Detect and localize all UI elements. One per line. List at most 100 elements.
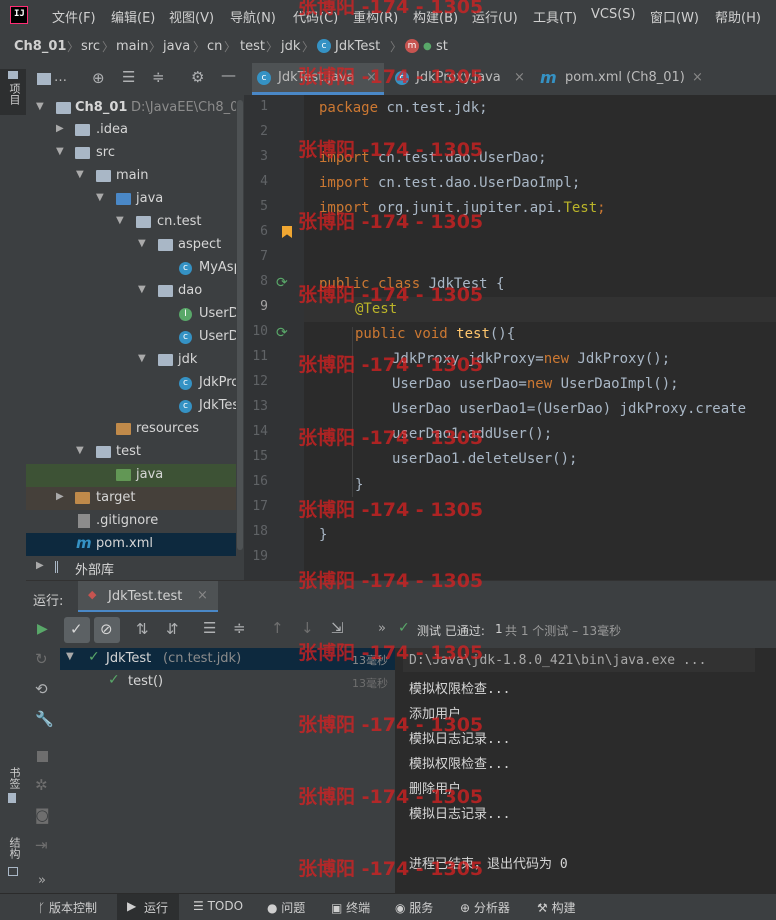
status-profiler[interactable]: ⊕ 分析器 [460, 899, 510, 916]
show-passed-button[interactable]: ✓ [64, 617, 90, 643]
status-terminal[interactable]: ▣ 终端 [331, 899, 370, 916]
chevron-down-icon[interactable]: ▼ [116, 215, 124, 226]
menu-tools[interactable]: 工具(T) [533, 7, 577, 26]
breadcrumb-main[interactable]: main [116, 39, 148, 54]
chevron-right-icon[interactable]: ▶ [56, 491, 64, 502]
chevron-down-icon[interactable]: ▼ [96, 192, 104, 203]
stop-icon[interactable] [37, 751, 48, 762]
sort-duration-icon[interactable]: ⇵ [166, 620, 179, 638]
tree-item-java[interactable]: ▼ java [26, 188, 244, 211]
tree-item-test-java[interactable]: java [26, 464, 244, 487]
tree-item-aspect[interactable]: ▼ aspect [26, 234, 244, 257]
close-icon[interactable]: × [692, 70, 703, 85]
tree-item-target[interactable]: ▶ target [26, 487, 244, 510]
intellij-logo-icon[interactable]: IJ [10, 6, 28, 24]
project-tool-tab[interactable]: 项目 [0, 69, 26, 115]
breadcrumb-project[interactable]: Ch8_01 [14, 39, 66, 54]
minimize-icon[interactable]: — [221, 66, 236, 84]
more-icon[interactable]: » [38, 873, 46, 888]
tree-item-userdao[interactable]: I UserDao [26, 303, 255, 326]
tree-item-myaspect[interactable]: c MyAspect [26, 257, 262, 280]
arrow-up-icon[interactable]: ↑ [271, 619, 284, 637]
tree-item-pom[interactable]: m pom.xml [26, 533, 244, 556]
status-todo[interactable]: ☰ TODO [193, 899, 243, 913]
tree-item-jdkproxy[interactable]: c JdkProxy [26, 372, 254, 395]
bookmarks-tool-tab[interactable]: 书签 [0, 763, 26, 809]
close-icon[interactable]: × [197, 588, 208, 603]
expand-all-icon[interactable]: ☰ [203, 619, 216, 637]
collapse-all-icon[interactable]: ≑ [152, 68, 165, 86]
chevron-down-icon[interactable]: ▼ [138, 284, 146, 295]
tree-item-jdktest[interactable]: c JdkTest [26, 395, 244, 418]
tree-item-main[interactable]: ▼ main [26, 165, 244, 188]
tree-item-idea[interactable]: ▶ .idea [26, 119, 244, 142]
tree-item-gitignore[interactable]: .gitignore [26, 510, 244, 533]
test-row-test[interactable]: ✓ test() 13毫秒 [60, 671, 395, 693]
chevron-down-icon[interactable]: ▼ [66, 651, 74, 662]
chevron-down-icon[interactable]: ▼ [36, 101, 44, 112]
tab-pom[interactable]: m pom.xml (Ch8_01) × [538, 63, 718, 95]
breadcrumb-jdk[interactable]: jdk [281, 39, 300, 54]
tree-scrollbar[interactable] [236, 95, 244, 580]
debug-icon[interactable]: ✲ [35, 776, 48, 794]
camera-icon[interactable]: ◙ [35, 806, 50, 824]
breadcrumb-method[interactable]: st [436, 39, 448, 54]
more-icon[interactable]: … [54, 70, 67, 85]
chevron-down-icon[interactable]: ▼ [76, 445, 84, 456]
menu-view[interactable]: 视图(V) [169, 7, 214, 26]
tree-item-jdk[interactable]: ▼ jdk [26, 349, 244, 372]
run-class-icon[interactable]: ⟳ [276, 275, 288, 291]
tree-item-cn-test[interactable]: ▼ cn.test [26, 211, 244, 234]
menu-navigate[interactable]: 导航(N) [230, 7, 276, 26]
play-icon[interactable]: ▶ [37, 621, 48, 637]
menu-file[interactable]: 文件(F) [52, 7, 96, 26]
status-build[interactable]: ⚒ 构建 [537, 899, 576, 916]
bookmark-icon[interactable] [282, 226, 292, 238]
gear-icon[interactable]: ⚙ [191, 68, 204, 86]
status-problems[interactable]: ● 问题 [267, 899, 305, 916]
import-tests-icon[interactable]: ⇲ [331, 619, 344, 637]
sort-alpha-icon[interactable]: ⇅ [136, 620, 149, 638]
chevron-down-icon[interactable]: ▼ [138, 238, 146, 249]
wrench-icon[interactable]: 🔧 [35, 710, 54, 728]
status-services[interactable]: ◉ 服务 [395, 899, 433, 916]
tree-item-project-root[interactable]: ▼ Ch8_01 D:\JavaEE\Ch8_01 [26, 97, 247, 120]
toggle-auto-test-icon[interactable]: ⟲ [35, 680, 48, 698]
chevron-right-icon[interactable]: ▶ [36, 560, 44, 571]
run-tab-jdktest[interactable]: ◆ JdkTest.test × [78, 581, 218, 613]
chevron-right-icon: 〉 [390, 40, 403, 54]
status-vcs[interactable]: ᚴ 版本控制 [38, 899, 97, 916]
tree-item-external-libs[interactable]: ▶ 外部库 [26, 556, 244, 579]
breadcrumb-cn[interactable]: cn [207, 39, 222, 54]
chevron-down-icon[interactable]: ▼ [138, 353, 146, 364]
status-run[interactable]: ▶ 运行 [117, 894, 179, 920]
collapse-all-icon[interactable]: ≑ [233, 619, 246, 637]
more-icon[interactable]: » [378, 621, 386, 636]
chevron-right-icon[interactable]: ▶ [56, 123, 64, 134]
tree-item-dao[interactable]: ▼ dao [26, 280, 244, 303]
breadcrumb-src[interactable]: src [81, 39, 100, 54]
rerun-failed-icon[interactable]: ↻ [35, 650, 48, 668]
tree-item-src[interactable]: ▼ src [26, 142, 244, 165]
menu-edit[interactable]: 编辑(E) [111, 7, 155, 26]
expand-all-icon[interactable]: ☰ [122, 68, 135, 86]
chevron-down-icon[interactable]: ▼ [56, 146, 64, 157]
structure-tool-tab[interactable]: 结构 [0, 833, 26, 883]
close-icon[interactable]: × [514, 70, 525, 85]
exit-icon[interactable]: ⇥ [35, 836, 48, 854]
tree-item-resources[interactable]: resources [26, 418, 244, 441]
show-ignored-button[interactable]: ⊘ [94, 617, 120, 643]
breadcrumb-class[interactable]: JdkTest [335, 39, 380, 54]
menu-vcs[interactable]: VCS(S) [591, 7, 636, 22]
tree-item-userdaoimpl[interactable]: c UserDaoImpl [26, 326, 283, 349]
run-test-icon[interactable]: ⟳ [276, 325, 288, 341]
chevron-down-icon[interactable]: ▼ [76, 169, 84, 180]
menu-help[interactable]: 帮助(H) [715, 7, 761, 26]
crosshair-icon[interactable]: ⊕ [92, 69, 105, 87]
scrollbar-thumb[interactable] [237, 100, 243, 550]
breadcrumb-java[interactable]: java [163, 39, 190, 54]
breadcrumb-test[interactable]: test [240, 39, 265, 54]
tree-item-test[interactable]: ▼ test [26, 441, 244, 464]
menu-window[interactable]: 窗口(W) [650, 7, 699, 26]
arrow-down-icon[interactable]: ↓ [301, 619, 314, 637]
